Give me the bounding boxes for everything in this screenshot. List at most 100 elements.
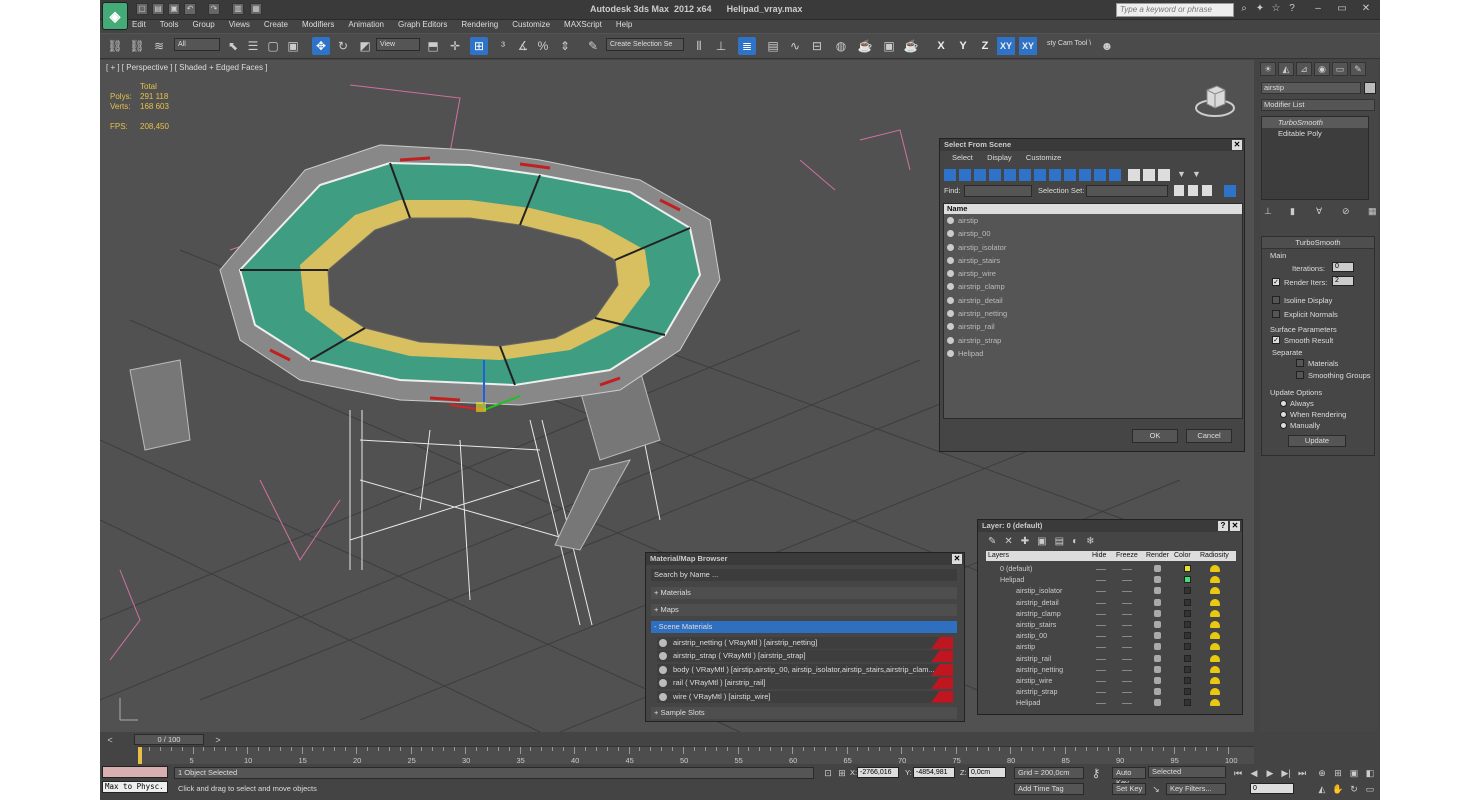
layer-color-swatch[interactable] bbox=[1184, 598, 1191, 606]
hold-icon[interactable]: ▥ bbox=[232, 3, 244, 15]
scene-object-item[interactable]: airstrip_netting bbox=[944, 307, 1242, 320]
search-icon[interactable]: ⌕ bbox=[1238, 3, 1250, 15]
axis-xy-button[interactable]: XY bbox=[997, 37, 1015, 55]
display-containers-icon[interactable] bbox=[1079, 169, 1091, 181]
rollout-title[interactable]: TurboSmooth bbox=[1262, 237, 1374, 249]
freeze-toggle[interactable] bbox=[1122, 669, 1132, 671]
layer-color-swatch[interactable] bbox=[1184, 565, 1191, 572]
update-button[interactable]: Update bbox=[1288, 435, 1346, 447]
radiosity-bulb-icon[interactable] bbox=[1210, 565, 1220, 572]
ribbon-icon[interactable]: ▤ bbox=[764, 37, 782, 55]
menu-tools[interactable]: Tools bbox=[160, 20, 179, 32]
modifier-list-select[interactable]: Modifier List bbox=[1261, 99, 1375, 111]
time-slider[interactable]: 0 / 100 bbox=[134, 734, 204, 745]
render-production-icon[interactable]: ☕ bbox=[902, 37, 920, 55]
menu-select[interactable]: Select bbox=[952, 153, 973, 162]
materials-checkbox[interactable] bbox=[1296, 359, 1304, 367]
create-tab-icon[interactable]: ☀ bbox=[1260, 62, 1276, 76]
hide-toggle[interactable] bbox=[1096, 681, 1106, 682]
cancel-button[interactable]: Cancel bbox=[1186, 429, 1232, 443]
sel-set-add-icon[interactable] bbox=[1188, 185, 1198, 196]
menu-display[interactable]: Display bbox=[987, 153, 1012, 162]
scene-object-item[interactable]: airstip_wire bbox=[944, 267, 1242, 280]
display-frozen-icon[interactable] bbox=[1094, 169, 1106, 181]
play-icon[interactable]: ▶ bbox=[1264, 767, 1276, 779]
sel-set-save-icon[interactable] bbox=[1174, 185, 1184, 196]
add-time-tag-button[interactable]: Add Time Tag bbox=[1014, 783, 1084, 795]
freeze-toggle[interactable] bbox=[1122, 692, 1132, 694]
mirror-icon[interactable]: ⫴ bbox=[690, 37, 708, 55]
bind-spacewarp-icon[interactable]: ≋ bbox=[150, 37, 168, 55]
menu-views[interactable]: Views bbox=[229, 20, 250, 32]
hide-toggle[interactable] bbox=[1096, 591, 1106, 593]
freeze-toggle[interactable] bbox=[1122, 569, 1132, 570]
orbit-icon[interactable]: ↻ bbox=[1348, 783, 1360, 795]
reference-coordinate-select[interactable]: View bbox=[376, 38, 420, 51]
freeze-toggle[interactable] bbox=[1122, 681, 1132, 682]
make-unique-icon[interactable]: ∀ bbox=[1316, 206, 1328, 218]
menu-create[interactable]: Create bbox=[264, 20, 288, 32]
close-icon[interactable]: ✕ bbox=[952, 554, 962, 564]
object-color-swatch[interactable] bbox=[1364, 82, 1376, 94]
select-object-icon[interactable]: ⬉ bbox=[224, 37, 242, 55]
hide-toggle[interactable] bbox=[1096, 580, 1106, 582]
motion-tab-icon[interactable]: ◉ bbox=[1314, 62, 1330, 76]
scene-object-item[interactable]: airstrip_clamp bbox=[944, 280, 1242, 293]
scene-object-item[interactable]: airstip bbox=[944, 214, 1242, 227]
delete-layer-icon[interactable]: ✕ bbox=[1004, 536, 1012, 547]
layer-color-swatch[interactable] bbox=[1184, 643, 1191, 651]
lock-selection-icon[interactable]: ⊡ bbox=[822, 767, 834, 779]
radiosity-bulb-icon[interactable] bbox=[1210, 609, 1220, 617]
col-radiosity[interactable]: Radiosity bbox=[1200, 552, 1229, 559]
set-key-button[interactable]: Set Key bbox=[1112, 783, 1146, 795]
curve-editor-icon[interactable]: ∿ bbox=[786, 37, 804, 55]
selection-set-select[interactable] bbox=[1086, 185, 1168, 197]
scene-object-item[interactable]: airstrip_detail bbox=[944, 294, 1242, 307]
explicit-normals-checkbox[interactable] bbox=[1272, 310, 1280, 318]
infocenter-icon[interactable]: ✦ bbox=[1254, 3, 1266, 15]
layer-row[interactable]: airstip bbox=[986, 641, 1236, 652]
radiosity-bulb-icon[interactable] bbox=[1210, 699, 1220, 707]
pan-icon[interactable]: ✋ bbox=[1332, 783, 1344, 795]
hierarchy-tab-icon[interactable]: ⊿ bbox=[1296, 62, 1312, 76]
sel-set-sync-icon[interactable] bbox=[1224, 185, 1236, 197]
col-color[interactable]: Color bbox=[1174, 552, 1191, 559]
scene-material-item[interactable]: wire ( VRayMtl ) [airstip_wire] bbox=[657, 690, 953, 703]
render-toggle-icon[interactable] bbox=[1154, 632, 1161, 640]
layer-color-swatch[interactable] bbox=[1184, 665, 1191, 673]
zoom-all-icon[interactable]: ⊞ bbox=[1332, 767, 1344, 779]
sel-set-remove-icon[interactable] bbox=[1202, 185, 1212, 196]
menu-group[interactable]: Group bbox=[192, 20, 214, 32]
auto-key-button[interactable]: Auto Key bbox=[1112, 767, 1146, 787]
filter-icon[interactable]: ▼ bbox=[1177, 169, 1189, 181]
scene-object-item[interactable]: airstip_isolator bbox=[944, 241, 1242, 254]
layer-color-swatch[interactable] bbox=[1184, 699, 1191, 707]
radiosity-bulb-icon[interactable] bbox=[1210, 643, 1220, 651]
freeze-all-icon[interactable]: ❄ bbox=[1086, 536, 1094, 547]
add-to-layer-icon[interactable]: ✚ bbox=[1021, 536, 1029, 547]
material-editor-icon[interactable]: ◍ bbox=[832, 37, 850, 55]
render-toggle-icon[interactable] bbox=[1154, 565, 1161, 572]
layer-color-swatch[interactable] bbox=[1184, 587, 1191, 595]
layer-name[interactable]: airstrip_detail bbox=[1016, 597, 1059, 608]
layer-name[interactable]: airstip bbox=[1016, 641, 1035, 652]
display-cameras-icon[interactable] bbox=[989, 169, 1001, 181]
minimize-icon[interactable]: – bbox=[1312, 3, 1324, 15]
maximize-toggle-icon[interactable]: ▭ bbox=[1364, 783, 1376, 795]
create-layer-icon[interactable]: ✎ bbox=[988, 536, 996, 547]
freeze-toggle[interactable] bbox=[1122, 703, 1132, 705]
layer-name[interactable]: airstrip_strap bbox=[1016, 686, 1058, 697]
ok-button[interactable]: OK bbox=[1132, 429, 1178, 443]
absolute-mode-icon[interactable]: ⊞ bbox=[836, 767, 848, 779]
maxscript-input[interactable]: Max to Physc. bbox=[102, 781, 168, 793]
render-toggle-icon[interactable] bbox=[1154, 576, 1161, 584]
key-filters-button[interactable]: Key Filters... bbox=[1166, 783, 1226, 795]
x-coordinate-input[interactable]: -2766,016 bbox=[857, 767, 899, 778]
render-toggle-icon[interactable] bbox=[1154, 609, 1161, 617]
configure-modifier-sets-icon[interactable]: ▦ bbox=[1368, 206, 1380, 218]
menu-modifiers[interactable]: Modifiers bbox=[302, 20, 334, 32]
display-spacewarps-icon[interactable] bbox=[1019, 169, 1031, 181]
col-freeze[interactable]: Freeze bbox=[1116, 552, 1138, 559]
redo-icon[interactable]: ↷ bbox=[208, 3, 220, 15]
radiosity-bulb-icon[interactable] bbox=[1210, 654, 1220, 662]
